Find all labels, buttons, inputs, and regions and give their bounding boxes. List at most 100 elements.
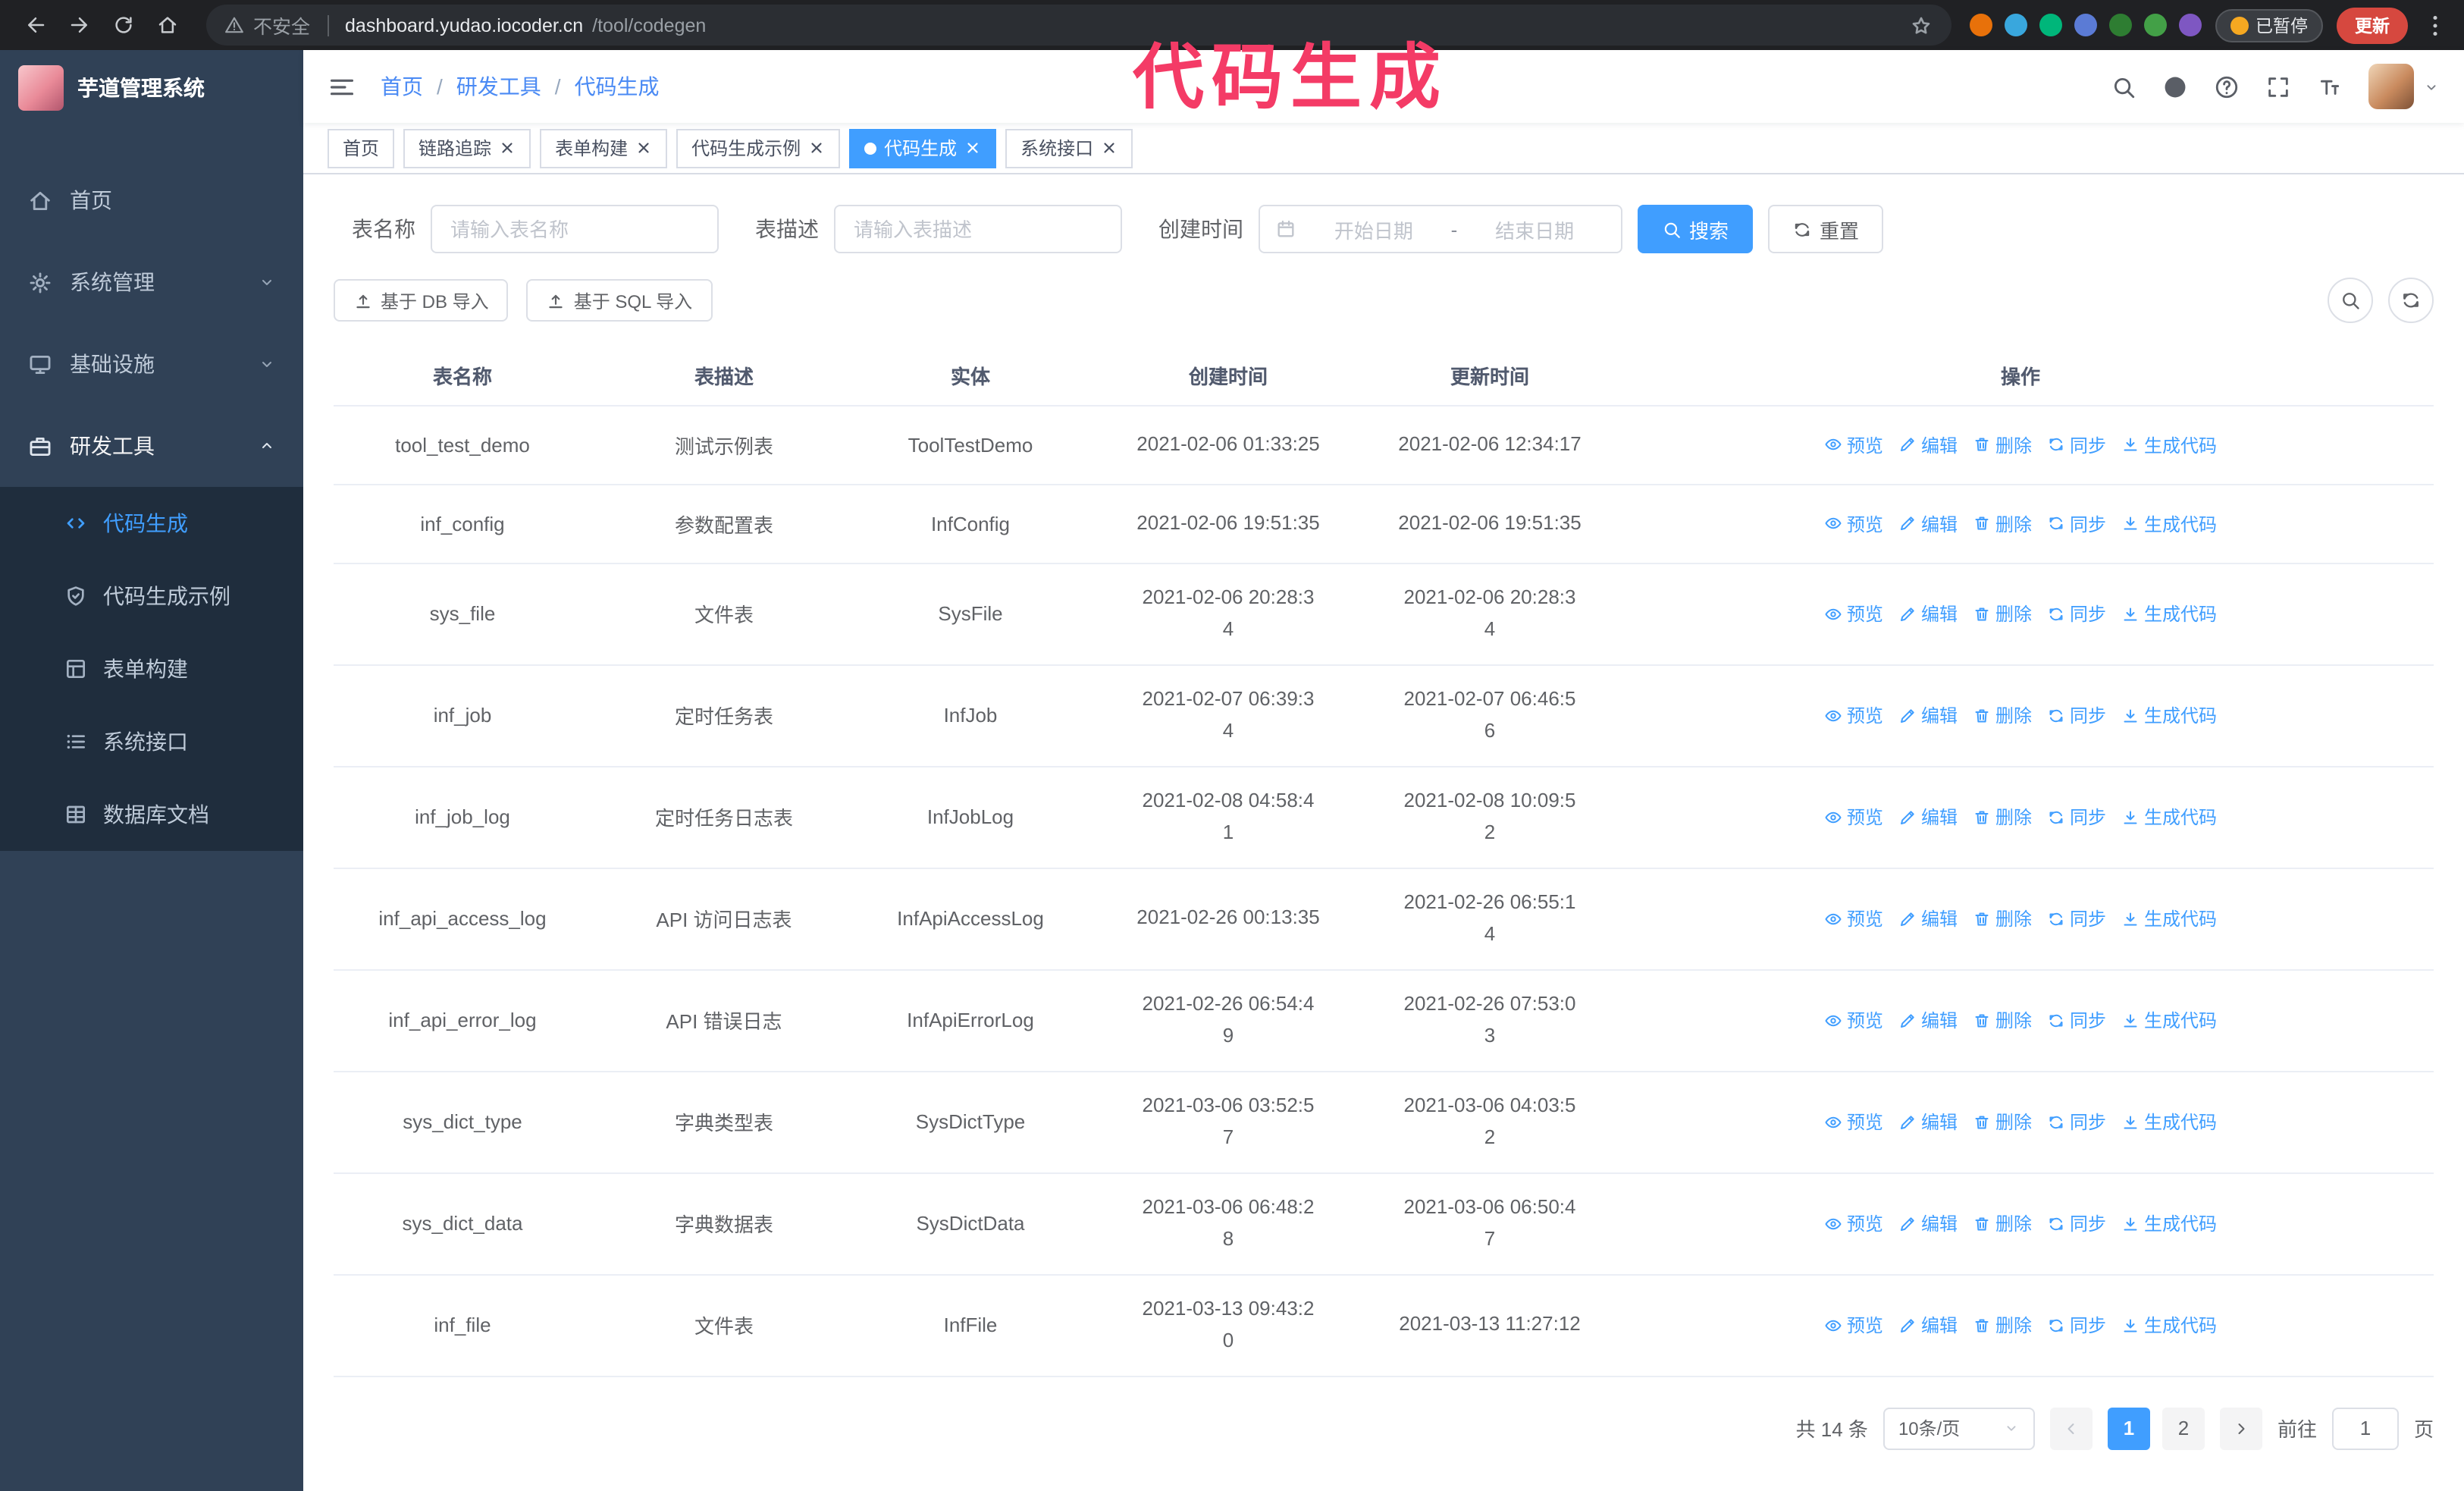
page-button-1[interactable]: 1 [2107, 1407, 2150, 1449]
row-action-delete[interactable]: 删除 [1973, 601, 2032, 626]
row-action-edit[interactable]: 编辑 [1898, 1312, 1958, 1338]
row-action-delete[interactable]: 删除 [1973, 1210, 2032, 1236]
row-action-delete[interactable]: 删除 [1973, 906, 2032, 931]
row-action-sync[interactable]: 同步 [2047, 1312, 2106, 1338]
row-action-generate[interactable]: 生成代码 [2121, 510, 2217, 536]
row-action-sync[interactable]: 同步 [2047, 1007, 2106, 1033]
date-range-picker[interactable]: 开始日期 - 结束日期 [1259, 205, 1622, 253]
breadcrumb-item-dev-tools[interactable]: 研发工具 [456, 71, 541, 102]
font-size-icon[interactable] [2317, 74, 2343, 99]
tab-system-api[interactable]: 系统接口 [1005, 128, 1133, 168]
row-action-delete[interactable]: 删除 [1973, 432, 2032, 457]
row-action-delete[interactable]: 删除 [1973, 510, 2032, 536]
sidebar-item-infra[interactable]: 基础设施 [0, 323, 303, 405]
row-action-edit[interactable]: 编辑 [1898, 1210, 1958, 1236]
tab-codegen-demo[interactable]: 代码生成示例 [676, 128, 841, 168]
sidebar-item-system-api[interactable]: 系统接口 [0, 705, 303, 778]
help-icon[interactable] [2214, 74, 2240, 99]
browser-back-button[interactable] [15, 5, 56, 46]
row-action-generate[interactable]: 生成代码 [2121, 804, 2217, 830]
row-action-generate[interactable]: 生成代码 [2121, 601, 2217, 626]
sidebar-item-db-doc[interactable]: 数据库文档 [0, 778, 303, 851]
row-action-sync[interactable]: 同步 [2047, 1210, 2106, 1236]
row-action-sync[interactable]: 同步 [2047, 1109, 2106, 1135]
extension-icon[interactable] [2004, 14, 2027, 36]
row-action-generate[interactable]: 生成代码 [2121, 432, 2217, 457]
browser-reload-button[interactable] [103, 5, 144, 46]
browser-forward-button[interactable] [59, 5, 100, 46]
browser-menu-icon[interactable] [2422, 11, 2449, 39]
row-action-generate[interactable]: 生成代码 [2121, 1007, 2217, 1033]
extension-icon[interactable] [2143, 14, 2166, 36]
extension-icon[interactable] [2074, 14, 2096, 36]
row-action-preview[interactable]: 预览 [1824, 1007, 1883, 1033]
prev-page-button[interactable] [2049, 1407, 2093, 1449]
tab-close-icon[interactable] [964, 140, 981, 156]
row-action-edit[interactable]: 编辑 [1898, 906, 1958, 931]
table-desc-input[interactable] [834, 205, 1122, 253]
paused-badge[interactable]: 已暂停 [2215, 8, 2323, 42]
row-action-sync[interactable]: 同步 [2047, 510, 2106, 536]
row-action-delete[interactable]: 删除 [1973, 702, 2032, 728]
toggle-search-button[interactable] [2328, 278, 2373, 323]
row-action-preview[interactable]: 预览 [1824, 906, 1883, 931]
tab-trace[interactable]: 链路追踪 [403, 128, 531, 168]
sidebar-item-home[interactable]: 首页 [0, 159, 303, 241]
tab-close-icon[interactable] [808, 140, 825, 156]
browser-update-button[interactable]: 更新 [2337, 7, 2408, 43]
sidebar-item-codegen-demo[interactable]: 代码生成示例 [0, 560, 303, 632]
sidebar-item-dev-tools[interactable]: 研发工具 [0, 405, 303, 487]
row-action-preview[interactable]: 预览 [1824, 804, 1883, 830]
reset-button[interactable]: 重置 [1768, 205, 1884, 253]
goto-page-input[interactable] [2331, 1407, 2399, 1449]
search-button[interactable]: 搜索 [1638, 205, 1754, 253]
row-action-generate[interactable]: 生成代码 [2121, 1210, 2217, 1236]
user-menu[interactable] [2368, 64, 2440, 109]
row-action-delete[interactable]: 删除 [1973, 1007, 2032, 1033]
row-action-preview[interactable]: 预览 [1824, 601, 1883, 626]
row-action-edit[interactable]: 编辑 [1898, 601, 1958, 626]
extension-icon[interactable] [2108, 14, 2131, 36]
row-action-delete[interactable]: 删除 [1973, 804, 2032, 830]
breadcrumb-item-home[interactable]: 首页 [381, 71, 423, 102]
row-action-sync[interactable]: 同步 [2047, 702, 2106, 728]
fullscreen-icon[interactable] [2265, 74, 2291, 99]
row-action-generate[interactable]: 生成代码 [2121, 1109, 2217, 1135]
row-action-delete[interactable]: 删除 [1973, 1312, 2032, 1338]
row-action-generate[interactable]: 生成代码 [2121, 702, 2217, 728]
extension-icon[interactable] [2178, 14, 2201, 36]
browser-home-button[interactable] [147, 5, 188, 46]
extension-icon[interactable] [2039, 14, 2061, 36]
row-action-preview[interactable]: 预览 [1824, 702, 1883, 728]
row-action-preview[interactable]: 预览 [1824, 510, 1883, 536]
sidebar-item-system[interactable]: 系统管理 [0, 241, 303, 323]
tab-home[interactable]: 首页 [328, 128, 395, 168]
bookmark-star-icon[interactable] [1908, 13, 1933, 37]
sidebar-item-form-build[interactable]: 表单构建 [0, 632, 303, 705]
row-action-sync[interactable]: 同步 [2047, 906, 2106, 931]
row-action-preview[interactable]: 预览 [1824, 1210, 1883, 1236]
app-logo[interactable]: 芋道管理系统 [0, 50, 303, 126]
address-bar[interactable]: 不安全 dashboard.yudao.iocoder.cn/tool/code… [206, 5, 1951, 46]
tab-form-build[interactable]: 表单构建 [540, 128, 668, 168]
extension-icon[interactable] [1969, 14, 1992, 36]
refresh-table-button[interactable] [2388, 278, 2434, 323]
tab-close-icon[interactable] [635, 140, 652, 156]
tab-close-icon[interactable] [1101, 140, 1118, 156]
row-action-generate[interactable]: 生成代码 [2121, 1312, 2217, 1338]
row-action-edit[interactable]: 编辑 [1898, 702, 1958, 728]
row-action-preview[interactable]: 预览 [1824, 432, 1883, 457]
next-page-button[interactable] [2219, 1407, 2262, 1449]
row-action-preview[interactable]: 预览 [1824, 1109, 1883, 1135]
row-action-sync[interactable]: 同步 [2047, 804, 2106, 830]
row-action-delete[interactable]: 删除 [1973, 1109, 2032, 1135]
github-icon[interactable] [2162, 74, 2188, 99]
row-action-edit[interactable]: 编辑 [1898, 510, 1958, 536]
row-action-preview[interactable]: 预览 [1824, 1312, 1883, 1338]
hamburger-icon[interactable] [328, 72, 356, 101]
search-icon[interactable] [2111, 74, 2136, 99]
page-size-select[interactable]: 10条/页 [1882, 1407, 2035, 1449]
page-button-2[interactable]: 2 [2161, 1407, 2205, 1449]
import-sql-button[interactable]: 基于 SQL 导入 [526, 279, 713, 322]
import-db-button[interactable]: 基于 DB 导入 [334, 279, 509, 322]
